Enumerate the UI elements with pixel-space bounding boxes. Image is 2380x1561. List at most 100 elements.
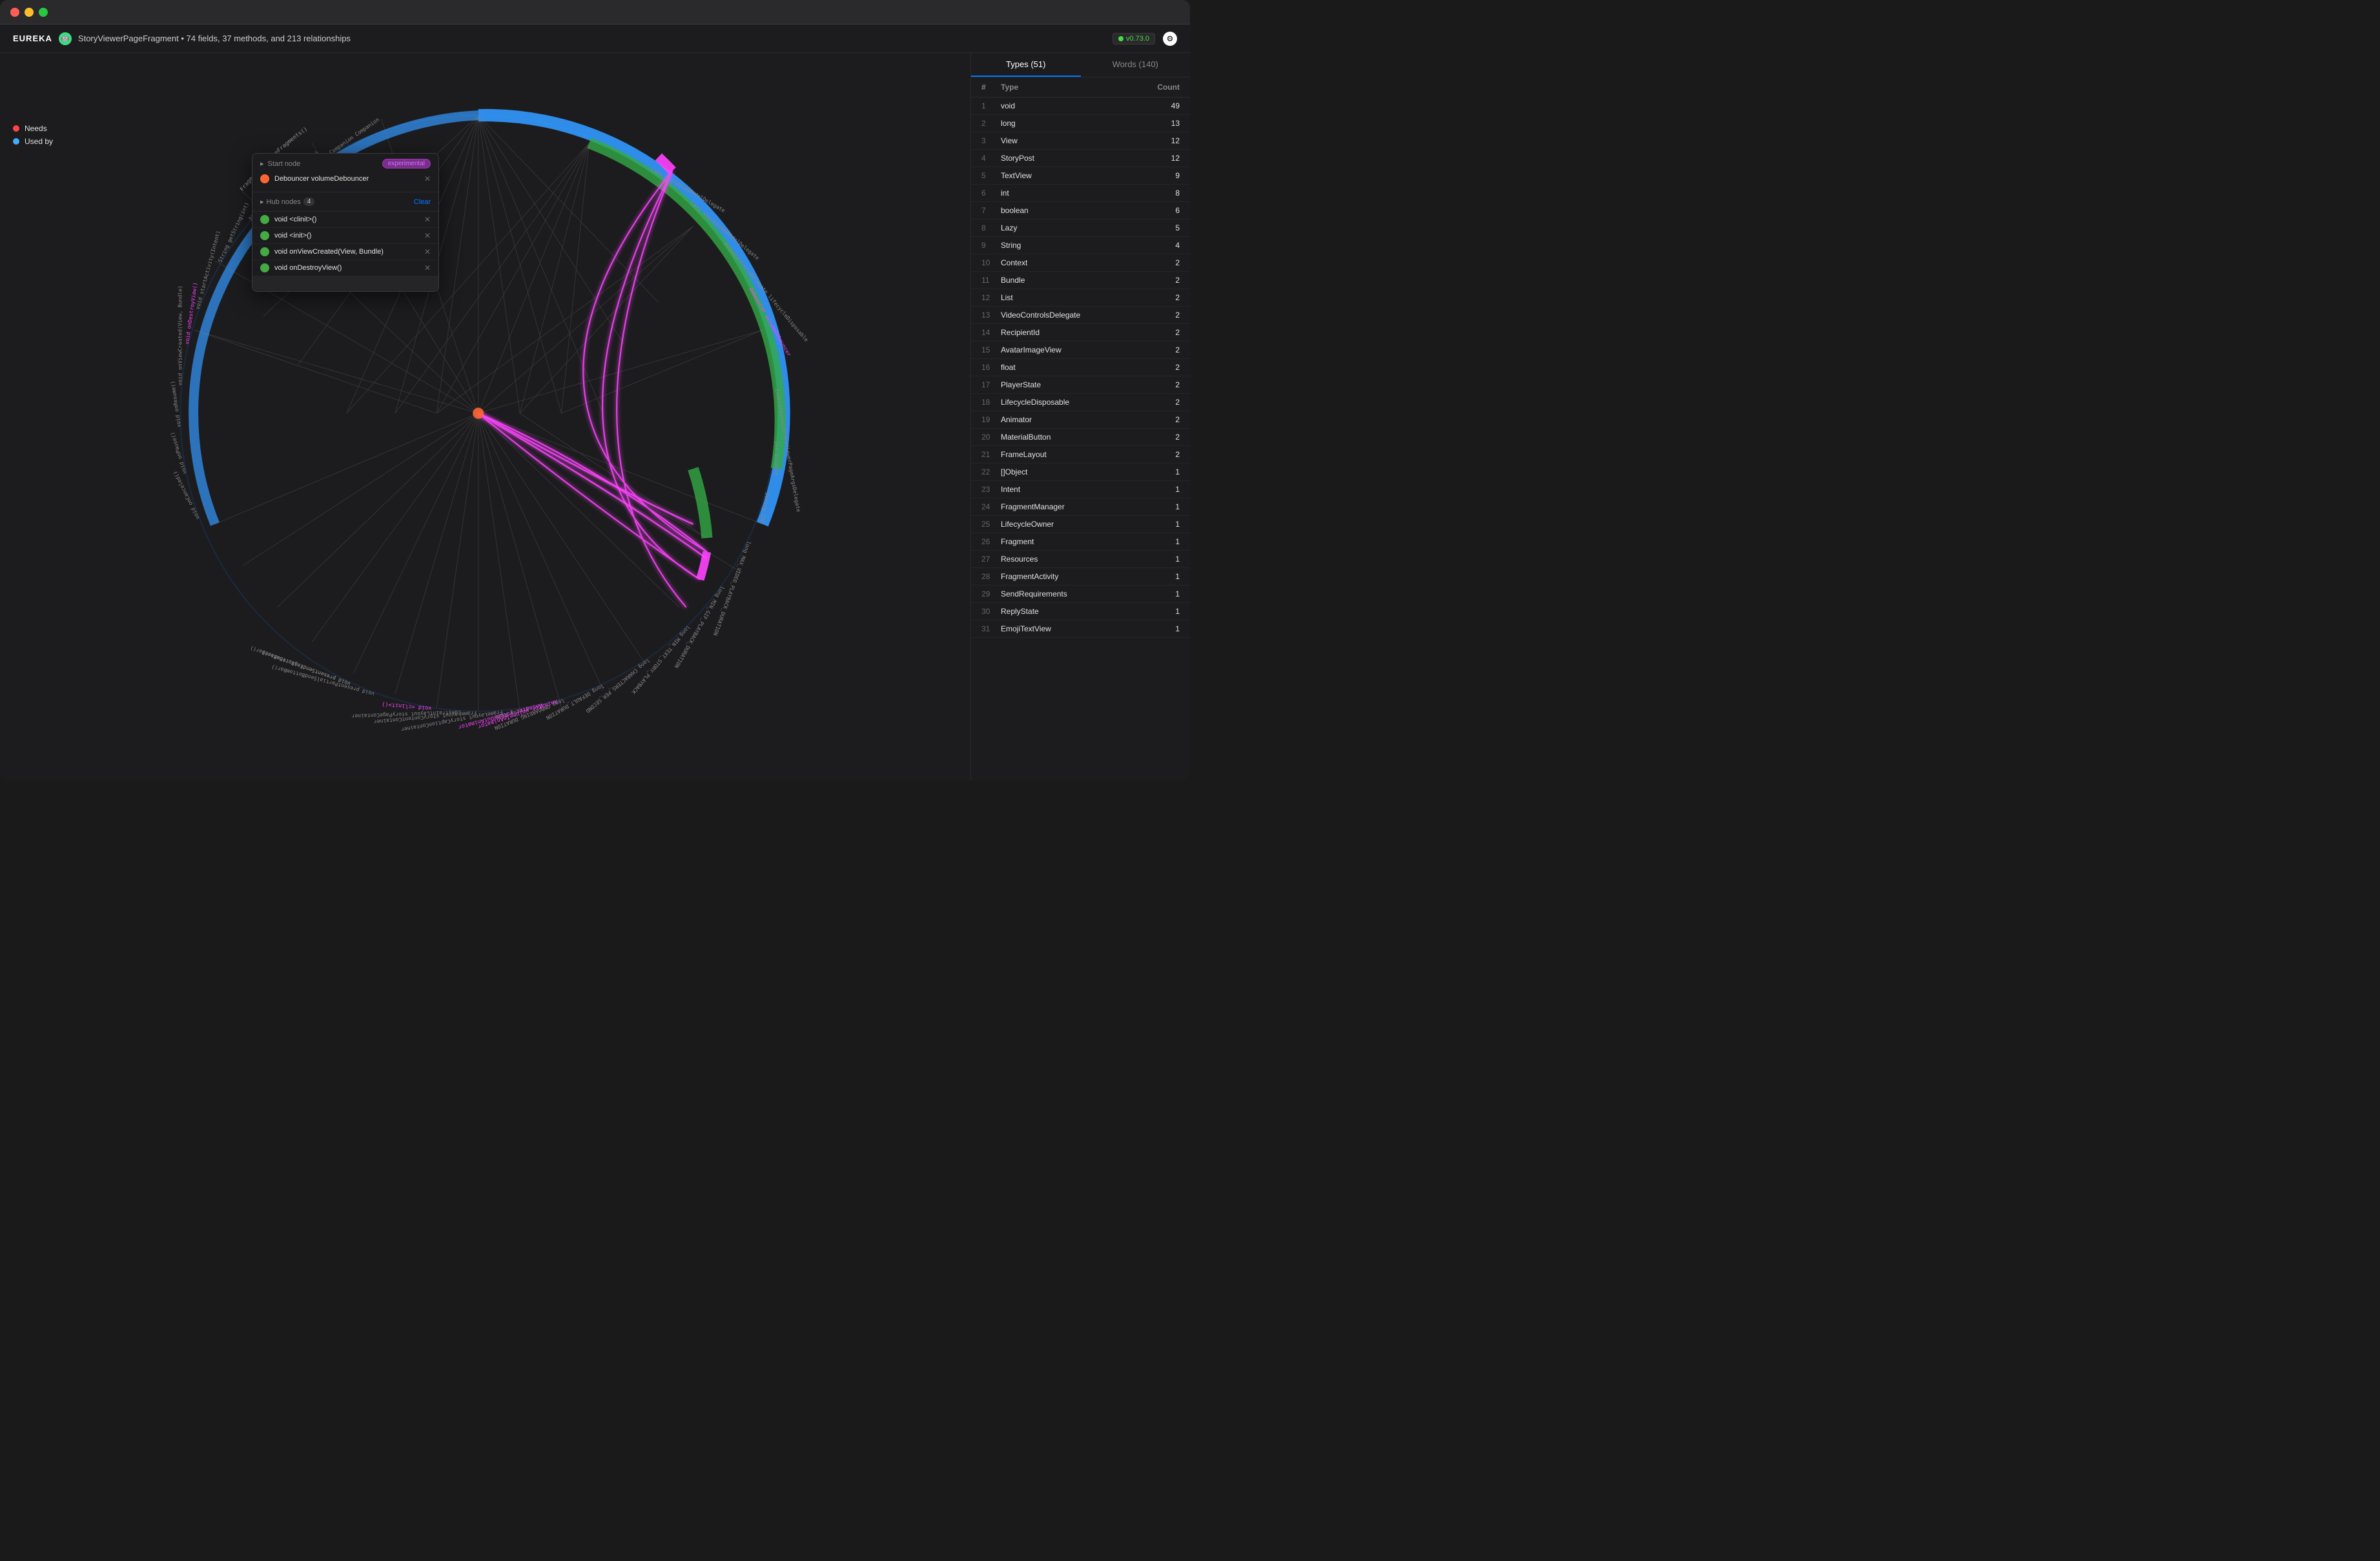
row-number: 27 [981, 555, 1001, 564]
needs-label: Needs [25, 124, 47, 133]
table-row[interactable]: 29 SendRequirements 1 [971, 586, 1190, 603]
row-number: 20 [981, 433, 1001, 442]
hub-nodes-label: ▸ Hub nodes 4 [260, 198, 314, 206]
minimize-button[interactable] [25, 8, 34, 17]
table-row[interactable]: 23 Intent 1 [971, 481, 1190, 498]
start-node-close[interactable]: ✕ [424, 174, 431, 183]
table-row[interactable]: 9 String 4 [971, 237, 1190, 254]
table-row[interactable]: 20 MaterialButton 2 [971, 429, 1190, 446]
table-row[interactable]: 27 Resources 1 [971, 551, 1190, 568]
row-count: 2 [1128, 345, 1180, 354]
table-row[interactable]: 24 FragmentManager 1 [971, 498, 1190, 516]
row-type: ReplyState [1001, 607, 1128, 616]
row-type: long [1001, 119, 1128, 128]
hub-item-0-close[interactable]: ✕ [424, 215, 431, 224]
table-row[interactable]: 18 LifecycleDisposable 2 [971, 394, 1190, 411]
row-type: Intent [1001, 485, 1128, 494]
row-number: 23 [981, 485, 1001, 494]
col-num: # [981, 83, 1001, 92]
table-row[interactable]: 14 RecipientId 2 [971, 324, 1190, 342]
row-type: FrameLayout [1001, 450, 1128, 459]
row-type: Fragment [1001, 537, 1128, 546]
hub-item-0-icon [260, 215, 269, 224]
right-panel: Types (51) Words (140) # Type Count 1 vo… [970, 53, 1190, 780]
table-row[interactable]: 11 Bundle 2 [971, 272, 1190, 289]
row-number: 26 [981, 537, 1001, 546]
row-number: 24 [981, 502, 1001, 511]
hub-item-1-close[interactable]: ✕ [424, 231, 431, 240]
legend-needs: Needs [13, 124, 53, 133]
table-row[interactable]: 21 FrameLayout 2 [971, 446, 1190, 464]
hub-count-badge: 4 [303, 198, 315, 206]
row-number: 1 [981, 101, 1001, 110]
start-node-item[interactable]: Debouncer volumeDebouncer ✕ [260, 171, 431, 187]
table-row[interactable]: 4 StoryPost 12 [971, 150, 1190, 167]
table-row[interactable]: 8 Lazy 5 [971, 219, 1190, 237]
row-type: LifecycleDisposable [1001, 398, 1128, 407]
titlebar [0, 0, 1190, 25]
table-row[interactable]: 5 TextView 9 [971, 167, 1190, 185]
maximize-button[interactable] [39, 8, 48, 17]
row-type: MaterialButton [1001, 433, 1128, 442]
table-row[interactable]: 2 long 13 [971, 115, 1190, 132]
hub-item-3[interactable]: void onDestroyView() ✕ [252, 260, 438, 276]
row-number: 3 [981, 136, 1001, 145]
table-row[interactable]: 16 float 2 [971, 359, 1190, 376]
hub-item-0[interactable]: void <clinit>() ✕ [252, 212, 438, 228]
row-number: 22 [981, 467, 1001, 476]
table-row[interactable]: 17 PlayerState 2 [971, 376, 1190, 394]
row-count: 1 [1128, 572, 1180, 581]
row-type: Context [1001, 258, 1128, 267]
col-count: Count [1128, 83, 1180, 92]
github-icon[interactable]: ⚙ [1163, 32, 1177, 46]
hub-item-2-close[interactable]: ✕ [424, 247, 431, 256]
row-type: FragmentActivity [1001, 572, 1128, 581]
table-row[interactable]: 31 EmojiTextView 1 [971, 620, 1190, 638]
hub-node-input[interactable] [252, 276, 438, 291]
table-row[interactable]: 7 boolean 6 [971, 202, 1190, 219]
row-number: 5 [981, 171, 1001, 180]
table-row[interactable]: 19 Animator 2 [971, 411, 1190, 429]
row-type: LifecycleOwner [1001, 520, 1128, 529]
row-count: 2 [1128, 433, 1180, 442]
table-row[interactable]: 25 LifecycleOwner 1 [971, 516, 1190, 533]
graph-area[interactable]: Needs Used by [0, 53, 970, 780]
close-button[interactable] [10, 8, 19, 17]
row-type: FragmentManager [1001, 502, 1128, 511]
row-type: SendRequirements [1001, 589, 1128, 598]
row-type: StoryPost [1001, 154, 1128, 163]
start-node-text: Debouncer volumeDebouncer [274, 175, 419, 183]
table-row[interactable]: 6 int 8 [971, 185, 1190, 202]
hub-item-3-close[interactable]: ✕ [424, 263, 431, 272]
tab-words[interactable]: Words (140) [1081, 53, 1191, 77]
table-row[interactable]: 3 View 12 [971, 132, 1190, 150]
row-count: 1 [1128, 520, 1180, 529]
table-row[interactable]: 10 Context 2 [971, 254, 1190, 272]
row-type: VideoControlsDelegate [1001, 311, 1128, 320]
header-title: StoryViewerPageFragment • 74 fields, 37 … [78, 34, 351, 43]
row-type: []Object [1001, 467, 1128, 476]
table-row[interactable]: 30 ReplyState 1 [971, 603, 1190, 620]
row-count: 2 [1128, 450, 1180, 459]
row-number: 29 [981, 589, 1001, 598]
main-content: Needs Used by [0, 53, 1190, 780]
clear-button[interactable]: Clear [414, 198, 431, 206]
table-row[interactable]: 12 List 2 [971, 289, 1190, 307]
table-row[interactable]: 13 VideoControlsDelegate 2 [971, 307, 1190, 324]
table-row[interactable]: 1 void 49 [971, 97, 1190, 115]
row-type: EmojiTextView [1001, 624, 1128, 633]
hub-item-2[interactable]: void onViewCreated(View, Bundle) ✕ [252, 244, 438, 260]
row-count: 1 [1128, 485, 1180, 494]
hub-item-2-text: void onViewCreated(View, Bundle) [274, 248, 419, 256]
table-row[interactable]: 28 FragmentActivity 1 [971, 568, 1190, 586]
table-row[interactable]: 22 []Object 1 [971, 464, 1190, 481]
svg-text:void onViewCreated(View, Bundl: void onViewCreated(View, Bundle) [177, 285, 183, 385]
row-count: 5 [1128, 223, 1180, 232]
table-row[interactable]: 26 Fragment 1 [971, 533, 1190, 551]
app-window: EUREKA 🤖 StoryViewerPageFragment • 74 fi… [0, 0, 1190, 780]
row-count: 4 [1128, 241, 1180, 250]
hub-item-1[interactable]: void <init>() ✕ [252, 228, 438, 244]
table-row[interactable]: 15 AvatarImageView 2 [971, 342, 1190, 359]
row-type: TextView [1001, 171, 1128, 180]
tab-types[interactable]: Types (51) [971, 53, 1081, 77]
